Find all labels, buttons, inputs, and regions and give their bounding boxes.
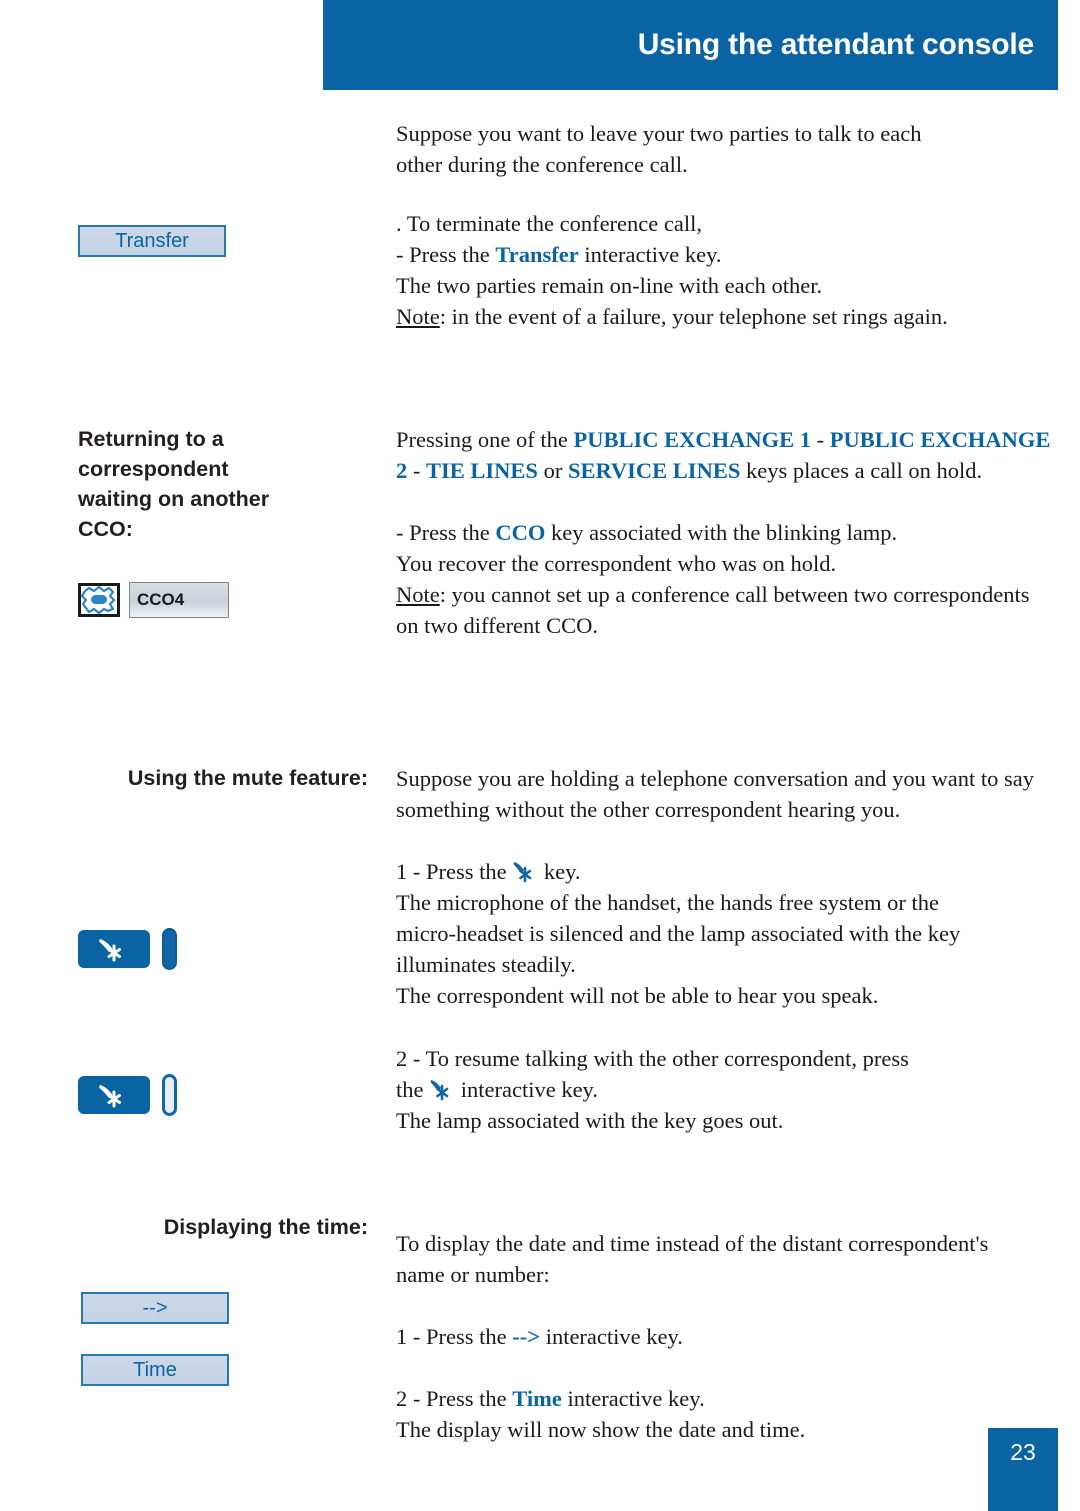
mute-key-button-on[interactable] [78,930,150,968]
time-spacer-2 [396,1352,1056,1383]
returning-p1-pre: Pressing one of the [396,427,574,452]
intro-line-2: other during the conference call. [396,152,688,177]
mute-step-2-post: interactive key. [455,1077,598,1102]
mute-step-2-line-1: 2 - To resume talking with the other cor… [396,1046,909,1071]
time-spacer-1 [396,1290,1056,1321]
time-step-2-key: Time [512,1386,562,1411]
page-number-badge: 23 [988,1428,1058,1511]
terminate-italic-note: The two parties remain on-line with each… [396,273,823,298]
returning-p1-key-1: PUBLIC EXCHANGE 1 [573,427,812,452]
mute-paragraph-1: Suppose you are holding a telephone conv… [396,766,1034,822]
returning-paragraph-2: - Press the CCO key associated with the … [396,517,1056,548]
time-step-2: 2 - Press the Time interactive key. [396,1383,1056,1414]
mute-step-1-post: key. [538,859,581,884]
returning-p1-sep-1: - [811,427,830,452]
returning-p2-pre: - Press the [396,520,496,545]
mute-key-row-on [78,928,378,970]
returning-note-label: Note [396,582,440,607]
returning-side-heading-line-1: Returning to a [78,427,224,451]
mute-spacer-1 [396,825,1056,856]
arrow-softkey-area: --> [78,1292,378,1324]
returning-p1-key-3: TIE LINES [426,458,538,483]
terminate-note-label: Note [396,304,440,329]
mute-step-2-pre: the [396,1077,430,1102]
mute-step-1-pre: 1 - Press the [396,859,513,884]
returning-note: Note: you cannot set up a conference cal… [396,579,1056,641]
mute-text-block: Suppose you are holding a telephone conv… [396,763,1056,1136]
time-step-1-pre: 1 - Press the [396,1324,513,1349]
mute-key-button-off[interactable] [78,1076,150,1114]
terminate-step: - Press the Transfer interactive key. [396,239,1056,270]
mute-key-group-on[interactable] [78,928,378,970]
mute-key-icon [512,859,538,883]
returning-p2-post: key associated with the blinking lamp. [545,520,898,545]
document-page: Using the attendant console Suppose you … [0,0,1080,1511]
time-paragraph-line-1: To display the date and time instead of … [396,1231,989,1256]
returning-p1-or: or [537,458,568,483]
returning-p2-key: CCO [495,520,546,545]
mute-italic-1: The microphone of the handset, the hands… [396,890,939,915]
mute-key-icon-2 [429,1077,455,1101]
returning-spacer [396,486,1056,517]
mute-step-2-italic: The lamp associated with the key goes ou… [396,1108,784,1133]
time-step-1: 1 - Press the --> interactive key. [396,1321,1056,1352]
time-softkey-button[interactable]: Time [81,1354,229,1386]
cco-icon-area: CCO4 [78,582,378,618]
time-paragraph-line-2: name or number: [396,1262,550,1287]
returning-p1-sep-2: - [407,458,426,483]
time-text-block: To display the date and time instead of … [396,1228,1056,1445]
returning-side-heading-line-3: waiting on another [78,487,270,511]
page-header-bar: Using the attendant console [323,0,1058,90]
mute-key-group-off[interactable] [78,1074,378,1116]
lamp-indicator-on [162,928,177,970]
returning-paragraph-1: Pressing one of the PUBLIC EXCHANGE 1 - … [396,424,1056,486]
cco-key-group[interactable]: CCO4 [78,582,378,618]
terminate-step-suffix: interactive key. [578,242,722,267]
transfer-softkey-area: Transfer [78,225,378,257]
mute-italic-4: The correspondent will not be able to he… [396,983,879,1008]
terminate-step-key: Transfer [495,242,579,267]
mute-italic-3: illuminates steadily. [396,952,576,977]
mute-step-2-line-2: the interactive key. [396,1074,1056,1105]
terminate-conference-block: . To terminate the conference call, - Pr… [396,208,1056,332]
terminate-note: Note: in the event of a failure, your te… [396,301,1056,332]
time-step-2-post: interactive key. [561,1386,705,1411]
returning-note-text: : you cannot set up a conference call be… [396,582,1030,638]
lamp-indicator-off [162,1074,177,1116]
terminate-heading: . To terminate the conference call, [396,211,702,236]
mute-spacer-2 [396,1011,1056,1043]
mute-side-heading-area: Using the mute feature: [78,763,378,793]
returning-text-block: Pressing one of the PUBLIC EXCHANGE 1 - … [396,424,1056,641]
returning-p1-post: keys places a call on hold. [740,458,983,483]
mute-key-row-off [78,1074,378,1116]
time-step-2-pre: 2 - Press the [396,1386,513,1411]
returning-side-heading-line-2: correspondent [78,457,229,481]
returning-recover-line: You recover the correspondent who was on… [396,551,837,576]
returning-side-heading-line-4: CCO: [78,517,133,541]
terminate-step-prefix: - Press the [396,242,496,267]
time-softkey-area: Time [78,1354,378,1386]
returning-side-heading-area: Returning to a correspondent waiting on … [78,424,378,544]
transfer-softkey-button[interactable]: Transfer [78,225,226,257]
time-step-1-post: interactive key. [540,1324,683,1349]
returning-side-heading: Returning to a correspondent waiting on … [78,424,378,544]
arrow-softkey-button[interactable]: --> [81,1292,229,1324]
returning-p1-key-4: SERVICE LINES [567,458,741,483]
intro-paragraph: Suppose you want to leave your two parti… [396,118,1056,180]
mute-side-heading: Using the mute feature: [127,766,368,790]
terminate-note-text: : in the event of a failure, your teleph… [439,304,948,329]
page-title: Using the attendant console [637,28,1035,61]
mute-step-1: 1 - Press the key. [396,856,1056,887]
blinking-lamp-icon [78,583,120,617]
time-side-heading-area: Displaying the time: [78,1212,378,1242]
mute-italic-2: micro-headset is silenced and the lamp a… [396,921,961,946]
time-step-2-italic: The display will now show the date and t… [396,1417,806,1442]
intro-line-1: Suppose you want to leave your two parti… [396,121,922,146]
cco-key-label: CCO4 [129,582,229,618]
time-side-heading: Displaying the time: [163,1215,368,1239]
time-step-1-key: --> [512,1324,541,1349]
